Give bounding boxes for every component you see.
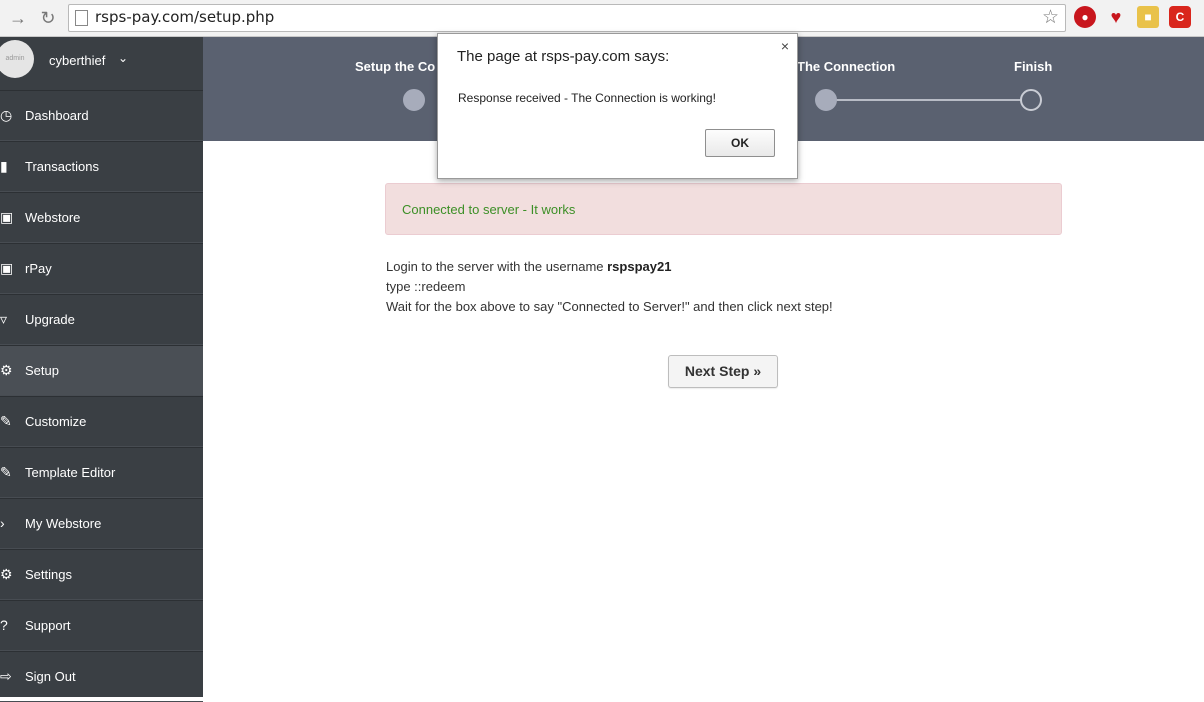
wizard-step-label: Setup the Co bbox=[355, 59, 436, 74]
status-alert: Connected to server - It works bbox=[385, 183, 1062, 235]
username: cyberthief bbox=[49, 53, 106, 68]
sidebar-item-rpay[interactable]: ▣ rPay bbox=[0, 243, 203, 294]
cart-icon: ▣ bbox=[0, 260, 14, 276]
sign-out-icon: ⇨ bbox=[0, 668, 12, 684]
wizard-step-label: The Connection bbox=[797, 59, 896, 74]
next-step-button[interactable]: Next Step » bbox=[668, 355, 778, 388]
browser-toolbar: → ↻ rsps-pay.com/setup.php ☆ ● ♥ ■ C bbox=[0, 0, 1204, 37]
wizard-step-dot bbox=[403, 89, 425, 111]
sidebar-item-label: Settings bbox=[25, 567, 72, 582]
flask-icon: ▿ bbox=[0, 311, 8, 327]
dialog-message: Response received - The Connection is wo… bbox=[458, 91, 716, 105]
sidebar-item-label: Sign Out bbox=[25, 669, 76, 684]
ok-button[interactable]: OK bbox=[705, 129, 775, 157]
server-username: rspspay21 bbox=[607, 259, 672, 274]
sidebar-item-webstore[interactable]: ▣ Webstore bbox=[0, 192, 203, 243]
cog-icon: ⚙ bbox=[0, 566, 13, 582]
sidebar-item-settings[interactable]: ⚙ Settings bbox=[0, 549, 203, 600]
sidebar-item-label: Transactions bbox=[25, 159, 99, 174]
question-icon: ? bbox=[0, 617, 8, 633]
close-icon[interactable]: × bbox=[781, 38, 789, 54]
sidebar-item-label: Upgrade bbox=[25, 312, 75, 327]
arrow-icon: › bbox=[0, 515, 5, 531]
reload-icon[interactable]: ↻ bbox=[36, 6, 60, 30]
sidebar-item-label: Webstore bbox=[25, 210, 81, 225]
wizard-step-dot bbox=[815, 89, 837, 111]
sidebar-item-my-webstore[interactable]: › My Webstore bbox=[0, 498, 203, 549]
address-bar[interactable]: rsps-pay.com/setup.php ☆ bbox=[68, 4, 1066, 32]
dialog-title: The page at rsps-pay.com says: bbox=[457, 48, 670, 65]
wallet-extension-icon[interactable]: ■ bbox=[1137, 6, 1159, 28]
sidebar: admin cyberthief ⌄ ◷ Dashboard ▮ Transac… bbox=[0, 37, 203, 702]
url-text: rsps-pay.com/setup.php bbox=[95, 8, 275, 26]
sidebar-item-dashboard[interactable]: ◷ Dashboard bbox=[0, 90, 203, 141]
sidebar-item-label: Setup bbox=[25, 363, 59, 378]
sidebar-item-label: Dashboard bbox=[25, 108, 89, 123]
instruction-text: Login to the server with the username bbox=[386, 259, 608, 274]
bar-chart-icon: ▮ bbox=[0, 158, 8, 174]
sidebar-item-label: Support bbox=[25, 618, 71, 633]
notification-extension-icon[interactable]: C bbox=[1169, 6, 1191, 28]
user-profile[interactable]: admin cyberthief ⌄ bbox=[0, 37, 203, 90]
instruction-line: Login to the server with the username rs… bbox=[386, 257, 833, 277]
chevron-down-icon[interactable]: ⌄ bbox=[118, 51, 128, 65]
stop-extension-icon[interactable]: ● bbox=[1074, 6, 1096, 28]
wizard-step-dot bbox=[1020, 89, 1042, 111]
sidebar-item-label: Template Editor bbox=[25, 465, 116, 480]
avatar: admin bbox=[0, 40, 34, 78]
heart-extension-icon[interactable]: ♥ bbox=[1105, 6, 1127, 28]
pencil-icon: ✎ bbox=[0, 413, 12, 429]
gear-icon: ⚙ bbox=[0, 362, 13, 378]
edit-icon: ✎ bbox=[0, 464, 12, 480]
forward-icon[interactable]: → bbox=[6, 6, 30, 30]
sidebar-item-upgrade[interactable]: ▿ Upgrade bbox=[0, 294, 203, 345]
sidebar-item-label: Customize bbox=[25, 414, 87, 429]
sidebar-item-transactions[interactable]: ▮ Transactions bbox=[0, 141, 203, 192]
sidebar-menu: ◷ Dashboard ▮ Transactions ▣ Webstore ▣ … bbox=[0, 90, 203, 702]
alert-text: Connected to server - It works bbox=[402, 202, 576, 217]
wizard-step-label: Finish bbox=[1014, 59, 1053, 74]
cart-icon: ▣ bbox=[0, 209, 14, 225]
wizard-connector bbox=[825, 99, 1021, 101]
instruction-line: Wait for the box above to say "Connected… bbox=[386, 299, 833, 314]
page-icon bbox=[75, 10, 88, 26]
sidebar-item-customize[interactable]: ✎ Customize bbox=[0, 396, 203, 447]
alert-dialog: The page at rsps-pay.com says: × Respons… bbox=[437, 33, 798, 179]
sidebar-item-label: My Webstore bbox=[25, 516, 102, 531]
sidebar-item-setup[interactable]: ⚙ Setup bbox=[0, 345, 203, 396]
sidebar-item-support[interactable]: ? Support bbox=[0, 600, 203, 651]
dashboard-icon: ◷ bbox=[0, 107, 13, 123]
sidebar-item-label: rPay bbox=[25, 261, 52, 276]
instruction-line: type ::redeem bbox=[386, 279, 466, 294]
setup-instructions: Login to the server with the username rs… bbox=[386, 257, 833, 317]
sidebar-item-template-editor[interactable]: ✎ Template Editor bbox=[0, 447, 203, 498]
bookmark-star-icon[interactable]: ☆ bbox=[1042, 6, 1059, 29]
sidebar-item-sign-out[interactable]: ⇨ Sign Out bbox=[0, 651, 203, 702]
